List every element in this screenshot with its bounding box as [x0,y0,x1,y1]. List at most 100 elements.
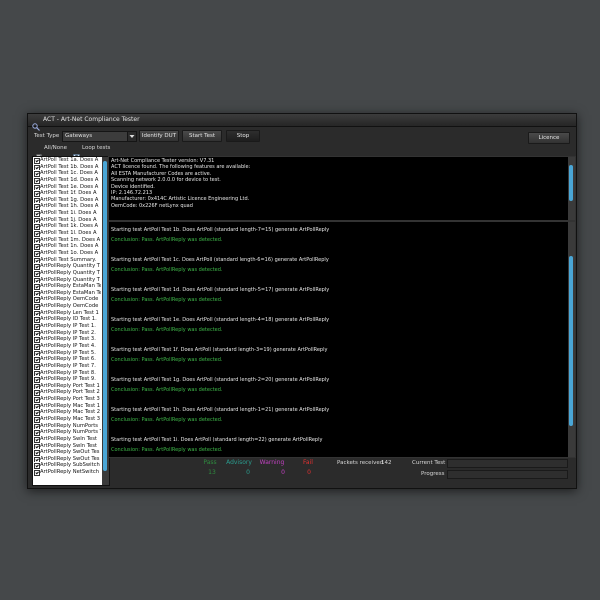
test-list-item[interactable]: ArtPollReply Quantity T [33,263,101,270]
log-result-line: Conclusion: Pass. ArtPollReply was detec… [111,327,223,333]
licence-button[interactable]: Licence [528,132,570,144]
test-name: ArtPollReply NumPorts T [40,429,101,436]
test-list-item[interactable]: ArtPollReply SwIn Test [33,436,101,443]
log-entry: Starting test ArtPoll Test 1h. Does ArtP… [111,405,563,435]
test-list-item[interactable]: ArtPollReply IP Test 6. [33,356,101,363]
test-log-scrollbar[interactable] [568,222,575,457]
test-name: ArtPollReply OemCode [40,303,99,310]
test-list-item[interactable]: ArtPoll Test 1f. Does A [33,190,101,197]
test-list-item[interactable]: ArtPoll Test 1c. Does A [33,170,101,177]
loop-tests-toggle[interactable]: Loop tests [73,144,113,160]
log-start-line: Starting test ArtPoll Test 1b. Does ArtP… [111,227,330,233]
test-name: ArtPollReply NumPorts [40,422,98,429]
log-result-line: Conclusion: Pass. ArtPollReply was detec… [111,417,223,423]
info-log: Art-Net Compliance Tester version: V7.31… [108,156,576,221]
test-name: ArtPollReply IP Test 4. [40,342,96,349]
test-list-item[interactable]: ArtPollReply Port Test 3 [33,396,101,403]
test-name: ArtPoll Test 1i. Does A [40,210,97,217]
test-type-label: Test Type [34,133,60,139]
app-icon [32,116,40,131]
test-name: ArtPoll Test Summary. [40,256,97,263]
test-list-item[interactable]: ArtPollReply Mac Test 2 [33,409,101,416]
advisory-label: Advisory [226,459,252,466]
test-name: ArtPollReply Mac Test 1 [40,402,101,409]
test-list-item[interactable]: ArtPollReply IP Test 8. [33,370,101,377]
log-result-line: Conclusion: Pass. ArtPollReply was detec… [111,387,223,393]
test-name: ArtPollReply IP Test 2. [40,329,96,336]
test-list-item[interactable]: ArtPoll Test Summary. [33,257,101,264]
test-list-item[interactable]: ArtPollReply Port Test 1 [33,383,101,390]
test-list-item[interactable]: ArtPollReply IP Test 5. [33,350,101,357]
test-name: ArtPollReply Quantity T [40,276,100,283]
test-list-item[interactable]: ArtPoll Test 1e. Does A [33,184,101,191]
log-entry: Starting test ArtPoll Test 1b. Does ArtP… [111,225,563,255]
test-list-item[interactable]: ArtPollReply SwIn Test [33,443,101,450]
stop-button[interactable]: Stop [226,130,260,142]
test-list-item[interactable]: ArtPoll Test 1k. Does A [33,223,101,231]
window-title: ACT - Art-Net Compliance Tester [43,116,140,123]
test-list-item[interactable]: ArtPollReply Mac Test 1 [33,403,101,410]
progress-label: Progress [421,471,445,477]
test-name: ArtPollReply IP Test 1. [40,323,96,330]
test-list-item[interactable]: ArtPollReply NetSwitch [33,469,101,476]
test-list-item[interactable]: ArtPollReply EstaMan Te [33,283,101,290]
test-list-item[interactable]: ArtPollReply Quantity T [33,277,101,284]
test-list-item[interactable]: ArtPoll Test 1d. Does A [33,177,101,184]
test-list-item[interactable]: ArtPoll Test 1m. Does A [33,237,101,244]
test-list-item[interactable]: ArtPollReply IP Test 4. [33,343,101,350]
test-name: ArtPollReply EstaMan Te [40,289,101,296]
test-list-item[interactable]: ArtPollReply Quantity T [33,270,101,277]
test-name: ArtPollReply SwIn Test [40,435,97,442]
test-type-select[interactable]: Gateways [62,131,137,142]
identify-dut-button[interactable]: Identify DUT [139,130,179,142]
test-list-item[interactable]: ArtPoll Test 1b. Does A [33,164,101,171]
test-list-item[interactable]: ArtPoll Test 1n. Does A [33,243,101,250]
test-list-item[interactable]: ArtPoll Test 1j. Does A [33,217,101,224]
test-name: ArtPoll Test 1a. Does A [40,157,99,163]
log-start-line: Starting test ArtPoll Test 1g. Does ArtP… [111,377,330,383]
fail-label: Fail [303,459,313,466]
test-name: ArtPollReply IP Test 9. [40,376,96,383]
test-list-item[interactable]: ArtPollReply IP Test 3. [33,336,101,343]
test-list-item[interactable]: ArtPollReply IP Test 1. [33,323,101,330]
test-list-item[interactable]: ArtPoll Test 1g. Does A [33,197,101,204]
log-result-line: Conclusion: Pass. ArtPollReply was detec… [111,237,223,243]
test-list[interactable]: ArtPoll Test 1a. Does A ArtPoll Test 1b. … [32,156,110,486]
log-spacer [111,245,563,255]
info-log-scroll-thumb[interactable] [569,165,573,201]
warning-count: 0 [281,469,285,476]
test-list-item[interactable]: ArtPollReply EstaMan Te [33,290,101,297]
test-name: ArtPollReply OemCode [40,296,99,303]
test-list-item[interactable]: ArtPoll Test 1h. Does A [33,203,101,211]
test-list-item[interactable]: ArtPoll Test 1i. Does A [33,210,101,217]
warning-label: Warning [259,459,285,466]
test-name: ArtPoll Test 1c. Does A [40,170,98,177]
test-list-item[interactable]: ArtPollReply OemCode [33,303,101,310]
test-log-scroll-thumb[interactable] [569,256,573,426]
test-list-item[interactable]: ArtPoll Test 1l. Does A [33,230,101,237]
test-list-item[interactable]: ArtPollReply ID Test 1. [33,316,101,324]
log-start-line: Starting test ArtPoll Test 1d. Does ArtP… [111,287,330,293]
test-list-scroll-thumb[interactable] [103,161,107,471]
test-list-item[interactable]: ArtPollReply NumPorts T [33,429,101,436]
test-list-item[interactable]: ArtPollReply OemCode [33,296,101,304]
test-list-item[interactable]: ArtPollReply NumPorts [33,423,101,430]
test-list-item[interactable]: ArtPollReply Port Test 2 [33,389,101,397]
log-spacer [111,425,563,435]
test-list-item[interactable]: ArtPoll Test 1a. Does A [33,157,101,164]
start-test-button[interactable]: Start Test [182,130,222,142]
test-list-item[interactable]: ArtPollReply SwOut Tes [33,456,101,463]
test-list-item[interactable]: ArtPoll Test 1o. Does A [33,250,101,257]
test-list-item[interactable]: ArtPollReply SubSwitch [33,462,101,470]
all-none-button[interactable]: All/None [34,144,68,160]
test-list-item[interactable]: ArtPollReply IP Test 2. [33,330,101,337]
test-list-item[interactable]: ArtPollReply Len Test 1 [33,310,101,317]
test-list-item[interactable]: ArtPollReply IP Test 9. [33,376,101,383]
test-name: ArtPollReply IP Test 6. [40,356,96,363]
test-list-item[interactable]: ArtPollReply Mac Test 3 [33,416,101,423]
test-name: ArtPollReply SwOut Tes [40,455,100,462]
info-log-scrollbar[interactable] [568,157,575,220]
log-result-line: Conclusion: Pass. ArtPollReply was detec… [111,267,223,273]
test-list-item[interactable]: ArtPollReply IP Test 7. [33,363,101,370]
test-list-item[interactable]: ArtPollReply SwOut Tes [33,449,101,456]
